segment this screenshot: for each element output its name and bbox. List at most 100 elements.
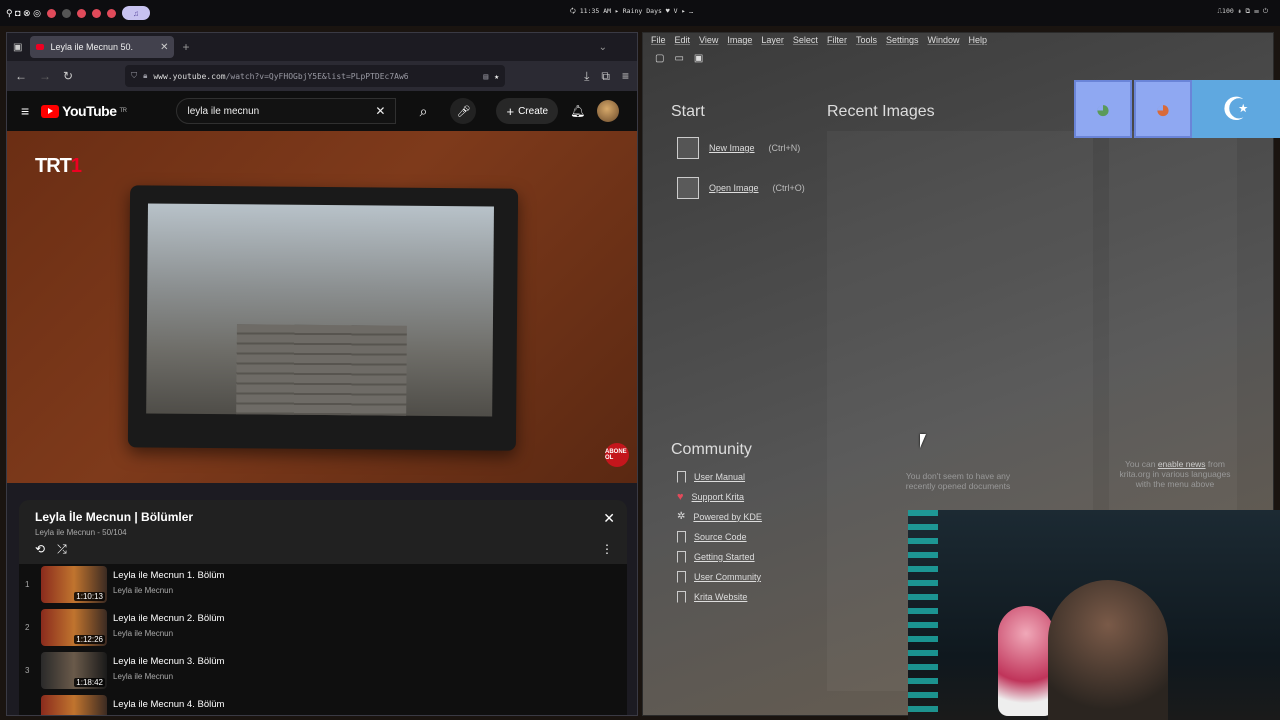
- open-image-link[interactable]: Open Image: [709, 183, 759, 193]
- subscribe-badge[interactable]: ABONE OL: [605, 443, 629, 467]
- video-player[interactable]: TRT1 ABONE OL: [7, 131, 637, 483]
- shield-icon[interactable]: ⛉: [131, 71, 137, 81]
- app-tray-icons[interactable]: ⚲ ◘ ⊗ ◎: [6, 8, 41, 19]
- playlist-title[interactable]: Leyla İle Mecnun | Bölümler: [35, 510, 193, 524]
- link-label[interactable]: Support Krita: [692, 492, 745, 502]
- tab-list-chevron-down-icon[interactable]: ⌄: [599, 42, 607, 53]
- tab-youtube[interactable]: Leyla ile Mecnun 50. ✕: [30, 36, 175, 58]
- channel-logo-text: TRT: [35, 155, 72, 177]
- save-icon[interactable]: ▣: [694, 53, 703, 64]
- menu-icon[interactable]: ≡: [622, 69, 629, 83]
- bookmark-star-icon[interactable]: ★: [494, 72, 499, 81]
- new-image-shortcut: (Ctrl+N): [768, 143, 801, 153]
- search-icon[interactable]: ⌕: [408, 98, 438, 124]
- item-title[interactable]: Leyla ile Mecnun 4. Bölüm: [113, 699, 224, 710]
- extensions-icon[interactable]: ⧉: [601, 69, 610, 84]
- link-label[interactable]: User Community: [694, 572, 761, 582]
- status-dot-icon[interactable]: [106, 8, 116, 18]
- menu-filter[interactable]: Filter: [827, 35, 847, 45]
- getting-started-link[interactable]: Getting Started: [677, 551, 755, 563]
- new-document-icon[interactable]: ▢: [655, 53, 664, 64]
- menu-file[interactable]: File: [651, 35, 666, 45]
- close-playlist-icon[interactable]: ✕: [603, 510, 615, 527]
- menu-layer[interactable]: Layer: [761, 35, 784, 45]
- item-title[interactable]: Leyla ile Mecnun 1. Bölüm: [113, 570, 224, 581]
- thumbnail[interactable]: 1:18:42: [41, 652, 107, 689]
- search-input[interactable]: leyla ile mecnun ✕: [176, 98, 397, 124]
- nav-toolbar: ← → ↻ ⛉ 🔒︎ www.youtube.com/watch?v=QyFHO…: [7, 61, 637, 91]
- user-community-link[interactable]: User Community: [677, 571, 761, 583]
- menu-image[interactable]: Image: [727, 35, 752, 45]
- community-heading: Community: [671, 441, 752, 458]
- item-title[interactable]: Leyla ile Mecnun 3. Bölüm: [113, 656, 224, 667]
- youtube-logo[interactable]: YouTube TR: [41, 103, 127, 119]
- forward-icon[interactable]: →: [39, 69, 51, 83]
- new-image-action[interactable]: New Image (Ctrl+N): [677, 137, 800, 159]
- new-image-link[interactable]: New Image: [709, 143, 755, 153]
- active-workspace-pill[interactable]: ♫: [121, 6, 150, 20]
- item-title[interactable]: Leyla ile Mecnun 2. Bölüm: [113, 613, 224, 624]
- playlist-subtitle: Leyla ile Mecnun - 50/104: [35, 528, 127, 537]
- link-label[interactable]: Source Code: [694, 532, 747, 542]
- link-label[interactable]: Krita Website: [694, 592, 747, 602]
- loop-icon[interactable]: ⟲: [35, 542, 45, 557]
- thumbnail[interactable]: 1:12:26: [41, 609, 107, 646]
- menu-edit[interactable]: Edit: [675, 35, 691, 45]
- back-icon[interactable]: ←: [15, 69, 27, 83]
- tab-strip: ▣ Leyla ile Mecnun 50. ✕ + ⌄: [7, 33, 637, 61]
- reader-view-icon[interactable]: ▤: [483, 72, 488, 81]
- search-value: leyla ile mecnun: [187, 105, 260, 117]
- media-status[interactable]: 🗘 11:35 AM ▸ Rainy Days ♥ V ▸ …: [570, 7, 693, 18]
- link-label[interactable]: User Manual: [694, 472, 745, 482]
- webcam-overlay: [908, 510, 1280, 720]
- system-tray[interactable]: ⎍100 ⇞ ⧉ ☰ ⏻: [1217, 7, 1268, 16]
- shuffle-icon[interactable]: ⤮: [57, 542, 67, 557]
- link-label[interactable]: Powered by KDE: [693, 512, 762, 522]
- menu-view[interactable]: View: [699, 35, 718, 45]
- status-dot-icon[interactable]: [76, 8, 86, 18]
- thumbnail[interactable]: [41, 695, 107, 715]
- microphone-icon[interactable]: 🎤︎: [450, 98, 477, 124]
- list-item[interactable]: 1 1:10:13 Leyla ile Mecnun 1. Bölüm Leyl…: [19, 564, 627, 607]
- list-item[interactable]: 3 1:18:42 Leyla ile Mecnun 3. Bölüm Leyl…: [19, 650, 627, 693]
- list-item[interactable]: 2 1:12:26 Leyla ile Mecnun 2. Bölüm Leyl…: [19, 607, 627, 650]
- download-icon[interactable]: ⤓: [584, 69, 589, 84]
- krita-website-link[interactable]: Krita Website: [677, 591, 747, 603]
- youtube-logo-text: YouTube: [62, 103, 117, 119]
- avatar[interactable]: [597, 100, 620, 122]
- tab-overview-icon[interactable]: ▣: [13, 42, 22, 53]
- powered-by-kde-link[interactable]: ✲ Powered by KDE: [677, 511, 762, 522]
- new-image-icon: [677, 137, 699, 159]
- playlist-controls: ⟲ ⤮: [35, 542, 67, 557]
- menu-window[interactable]: Window: [927, 35, 959, 45]
- heart-icon: ♥: [677, 491, 684, 503]
- status-dot-icon[interactable]: [91, 8, 101, 18]
- reload-icon[interactable]: ↻: [63, 69, 73, 83]
- hamburger-menu-icon[interactable]: ≡: [21, 103, 29, 119]
- user-manual-link[interactable]: User Manual: [677, 471, 745, 483]
- close-tab-icon[interactable]: ✕: [160, 42, 168, 53]
- enable-news-link[interactable]: enable news: [1158, 459, 1206, 469]
- link-label[interactable]: Getting Started: [694, 552, 755, 562]
- notifications-bell-icon[interactable]: 🔔︎: [570, 104, 585, 118]
- new-tab-icon[interactable]: +: [182, 40, 189, 54]
- open-folder-icon[interactable]: ▭: [674, 53, 683, 64]
- item-index: 1: [25, 580, 30, 589]
- status-dot-icon[interactable]: [46, 8, 56, 18]
- list-item[interactable]: Leyla ile Mecnun 4. Bölüm: [19, 693, 627, 715]
- support-krita-link[interactable]: ♥ Support Krita: [677, 491, 744, 503]
- menu-help[interactable]: Help: [969, 35, 988, 45]
- menu-settings[interactable]: Settings: [886, 35, 919, 45]
- status-dot-icon[interactable]: [61, 8, 71, 18]
- menu-tools[interactable]: Tools: [856, 35, 877, 45]
- charmander-sticker-icon: ◕: [1134, 80, 1192, 138]
- url-bar[interactable]: ⛉ 🔒︎ www.youtube.com/watch?v=QyFHOGbjY5E…: [125, 65, 506, 87]
- source-code-link[interactable]: Source Code: [677, 531, 747, 543]
- more-options-icon[interactable]: ⋮: [601, 542, 613, 556]
- thumbnail[interactable]: 1:10:13: [41, 566, 107, 603]
- lock-icon[interactable]: 🔒︎: [143, 71, 147, 81]
- open-image-action[interactable]: Open Image (Ctrl+O): [677, 177, 805, 199]
- clear-search-icon[interactable]: ✕: [375, 104, 385, 118]
- menu-select[interactable]: Select: [793, 35, 818, 45]
- create-button[interactable]: + Create: [496, 98, 559, 124]
